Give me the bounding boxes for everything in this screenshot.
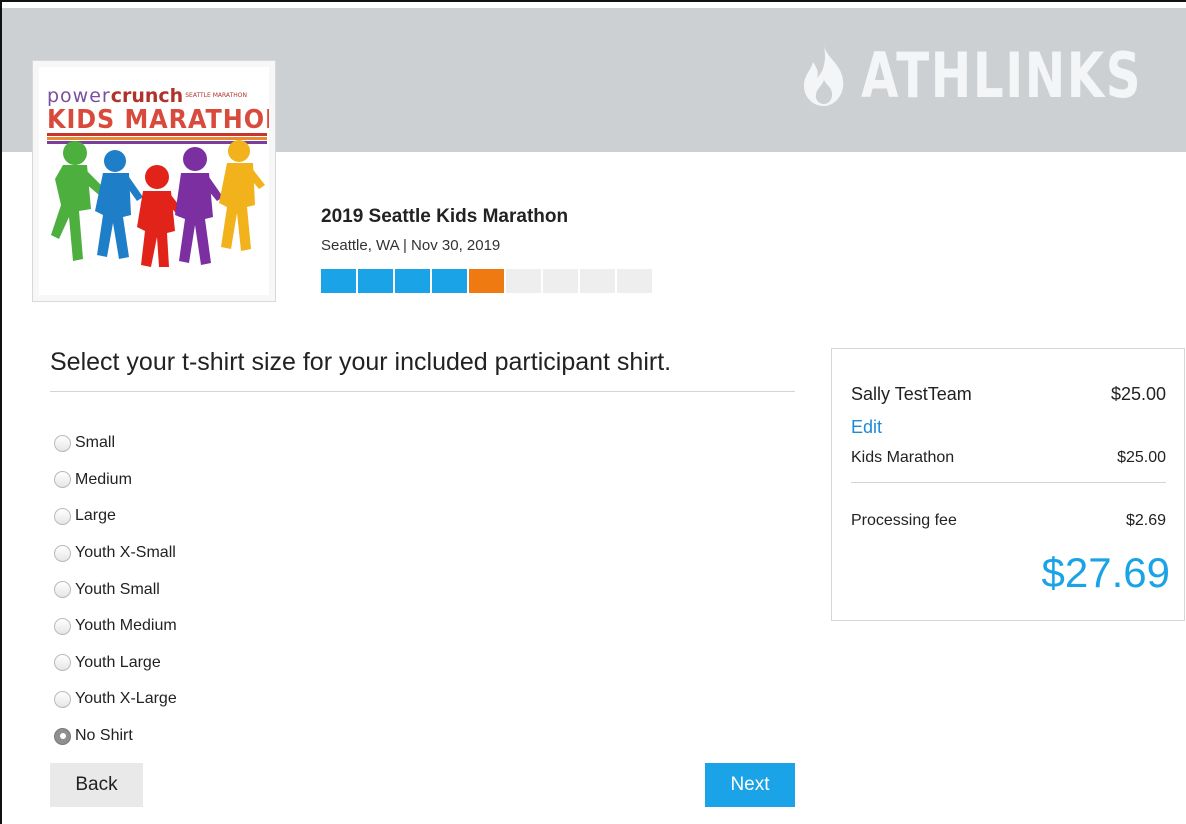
progress-step xyxy=(469,269,504,293)
progress-step xyxy=(543,269,578,293)
progress-step xyxy=(395,269,430,293)
participant-row: Sally TestTeam $25.00 xyxy=(851,384,1166,405)
order-summary-panel: Sally TestTeam $25.00 Edit Kids Marathon… xyxy=(831,348,1185,621)
event-title: 2019 Seattle Kids Marathon xyxy=(321,206,569,227)
progress-step xyxy=(321,269,356,293)
tshirt-size-option[interactable]: Small xyxy=(54,425,177,462)
tshirt-size-option[interactable]: Youth Small xyxy=(54,571,177,608)
progress-step xyxy=(432,269,467,293)
next-button[interactable]: Next xyxy=(705,763,795,807)
tshirt-size-option[interactable]: Youth Large xyxy=(54,645,177,682)
radio-button[interactable] xyxy=(54,727,71,745)
edit-link[interactable]: Edit xyxy=(851,417,882,438)
option-label: Youth Medium xyxy=(75,617,177,635)
event-logo-art: powercrunch SEATTLE MARATHON KIDS MARATHO… xyxy=(39,67,269,295)
processing-fee-label: Processing fee xyxy=(851,512,957,529)
sponsor-logo: powercrunch SEATTLE MARATHON xyxy=(47,87,247,106)
option-label: No Shirt xyxy=(75,727,133,745)
progress-step xyxy=(580,269,615,293)
radio-button[interactable] xyxy=(54,617,71,635)
processing-fee-row: Processing fee $2.69 xyxy=(851,512,1166,530)
tshirt-size-option[interactable]: Youth X-Large xyxy=(54,681,177,718)
event-logo: powercrunch SEATTLE MARATHON KIDS MARATHO… xyxy=(32,60,276,302)
progress-step xyxy=(358,269,393,293)
sponsor-bold-text: crunch xyxy=(110,85,184,107)
registration-progress-bar xyxy=(321,269,652,293)
option-label: Medium xyxy=(75,470,132,488)
order-total: $27.69 xyxy=(1041,549,1170,596)
progress-step xyxy=(506,269,541,293)
option-label: Youth Large xyxy=(75,653,161,671)
summary-divider xyxy=(851,482,1166,483)
event-location-date: Seattle, WA | Nov 30, 2019 xyxy=(321,237,501,254)
line-item-row: Kids Marathon $25.00 xyxy=(851,449,1166,467)
option-label: Small xyxy=(75,434,116,452)
radio-button[interactable] xyxy=(54,654,71,672)
athlinks-logo[interactable]: ATHLINKS xyxy=(797,40,1166,112)
option-label: Large xyxy=(75,507,116,525)
progress-step xyxy=(617,269,652,293)
radio-button[interactable] xyxy=(54,690,71,708)
radio-button[interactable] xyxy=(54,507,71,525)
tshirt-size-option[interactable]: Large xyxy=(54,498,177,535)
option-label: Youth X-Small xyxy=(75,544,176,562)
registration-page: ATHLINKS powercrunch SEATTLE MARATHON KID… xyxy=(0,0,1186,824)
brand-name: ATHLINKS xyxy=(861,39,1143,112)
line-item-name: Kids Marathon xyxy=(851,449,955,466)
sponsor-small-text: SEATTLE MARATHON xyxy=(185,92,247,99)
participant-amount: $25.00 xyxy=(1110,384,1166,404)
option-label: Youth X-Large xyxy=(75,690,177,708)
tshirt-size-option[interactable]: Youth Medium xyxy=(54,608,177,645)
logo-title: KIDS MARATHON xyxy=(47,105,269,135)
back-button[interactable]: Back xyxy=(50,763,143,807)
radio-button[interactable] xyxy=(54,581,71,599)
sponsor-light-text: power xyxy=(47,85,111,107)
radio-button[interactable] xyxy=(54,434,71,452)
question-heading: Select your t-shirt size for your includ… xyxy=(50,348,795,392)
tshirt-size-option[interactable]: No Shirt xyxy=(54,718,177,755)
option-label: Youth Small xyxy=(75,580,160,598)
tshirt-size-option[interactable]: Youth X-Small xyxy=(54,535,177,572)
radio-button[interactable] xyxy=(54,471,71,489)
line-item-amount: $25.00 xyxy=(1117,449,1166,466)
running-kids-illustration xyxy=(51,140,265,267)
processing-fee-amount: $2.69 xyxy=(1125,512,1166,529)
flame-icon xyxy=(797,44,851,108)
tshirt-size-radio-group: Small Medium Large Youth X-Small Youth Small… xyxy=(54,425,177,754)
participant-name: Sally TestTeam xyxy=(851,384,972,404)
tshirt-size-option[interactable]: Medium xyxy=(54,462,177,499)
radio-button[interactable] xyxy=(54,544,71,562)
